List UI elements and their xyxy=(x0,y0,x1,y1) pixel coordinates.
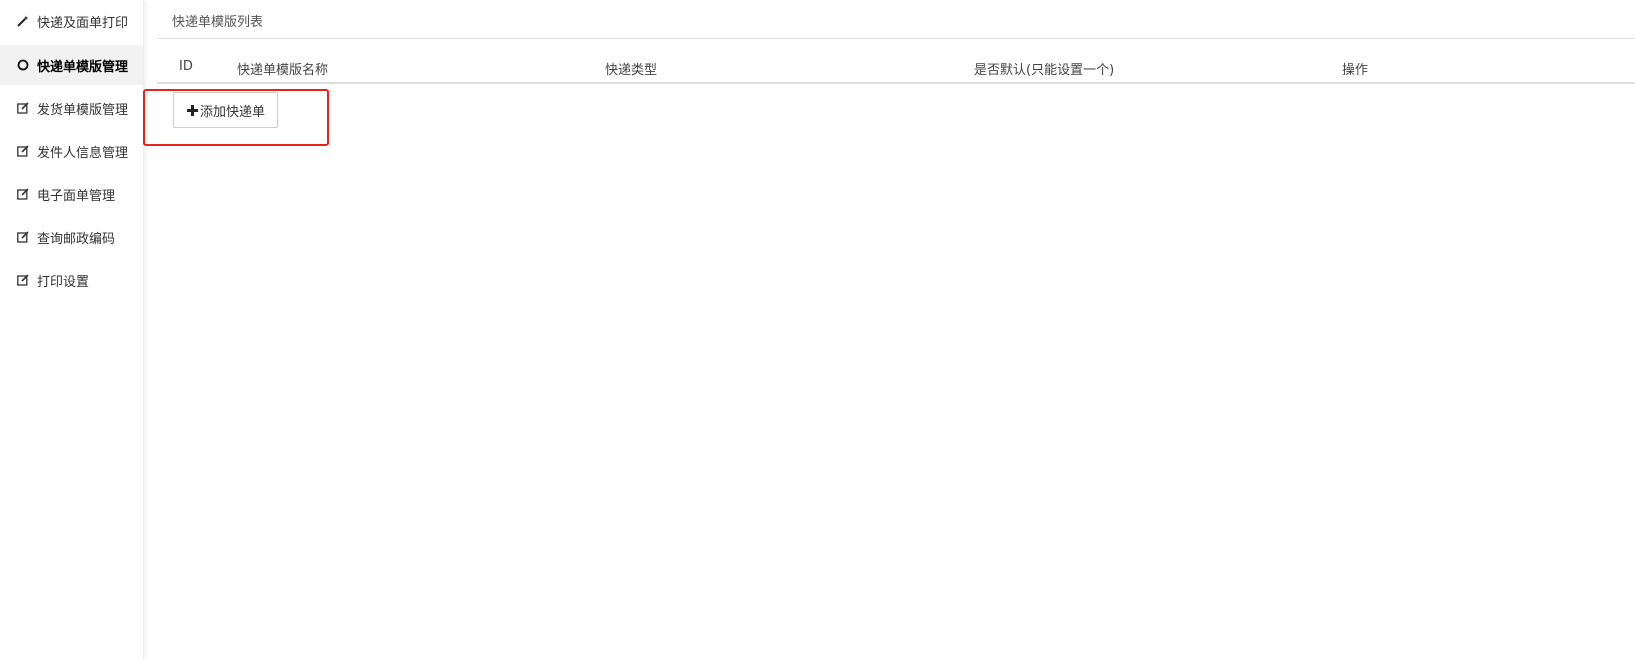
edit-icon xyxy=(16,144,30,158)
sidebar-item-sender-info[interactable]: 发件人信息管理 xyxy=(0,131,143,171)
title-divider xyxy=(157,38,1635,39)
edit-icon xyxy=(16,187,30,201)
sidebar-item-label: 查询邮政编码 xyxy=(37,231,116,247)
sidebar-item-label: 快递及面单打印 xyxy=(37,15,129,31)
add-express-template-button[interactable]: 添加快递单 xyxy=(173,92,278,128)
sidebar-item-express-print[interactable]: 快递及面单打印 xyxy=(0,1,143,41)
circle-icon xyxy=(16,58,30,72)
edit-icon xyxy=(16,230,30,244)
table-header: ID 快递单模版名称 快递类型 是否默认(只能设置一个) 操作 xyxy=(157,56,1635,84)
sidebar: 快递及面单打印 快递单模版管理 发货单模版管理 发件人信息管理 电子面单管理 查… xyxy=(0,0,144,659)
column-header-actions: 操作 xyxy=(1342,63,1369,78)
sidebar-item-label: 发件人信息管理 xyxy=(37,145,129,161)
sidebar-item-label: 快递单模版管理 xyxy=(37,59,129,75)
column-header-template-name: 快递单模版名称 xyxy=(237,63,329,78)
main-panel: 快递单模版列表 ID 快递单模版名称 快递类型 是否默认(只能设置一个) 操作 xyxy=(157,0,1635,659)
column-header-id: ID xyxy=(179,59,193,74)
sidebar-item-postal-code[interactable]: 查询邮政编码 xyxy=(0,217,143,257)
sidebar-item-label: 发货单模版管理 xyxy=(37,102,129,118)
column-header-express-type: 快递类型 xyxy=(605,63,658,78)
sidebar-item-shipping-template[interactable]: 发货单模版管理 xyxy=(0,88,143,128)
column-header-is-default: 是否默认(只能设置一个) xyxy=(974,63,1115,78)
plus-icon xyxy=(186,104,198,116)
edit-icon xyxy=(16,101,30,115)
magic-wand-icon xyxy=(16,14,30,28)
sidebar-item-print-settings[interactable]: 打印设置 xyxy=(0,260,143,300)
edit-icon xyxy=(16,273,30,287)
sidebar-item-label: 电子面单管理 xyxy=(37,188,116,204)
add-button-label: 添加快递单 xyxy=(199,104,265,120)
page-title: 快递单模版列表 xyxy=(172,15,264,30)
sidebar-item-e-waybill[interactable]: 电子面单管理 xyxy=(0,174,143,214)
app: 快递及面单打印 快递单模版管理 发货单模版管理 发件人信息管理 电子面单管理 查… xyxy=(0,0,1635,659)
sidebar-item-label: 打印设置 xyxy=(37,274,90,290)
sidebar-item-express-template[interactable]: 快递单模版管理 xyxy=(0,45,143,85)
